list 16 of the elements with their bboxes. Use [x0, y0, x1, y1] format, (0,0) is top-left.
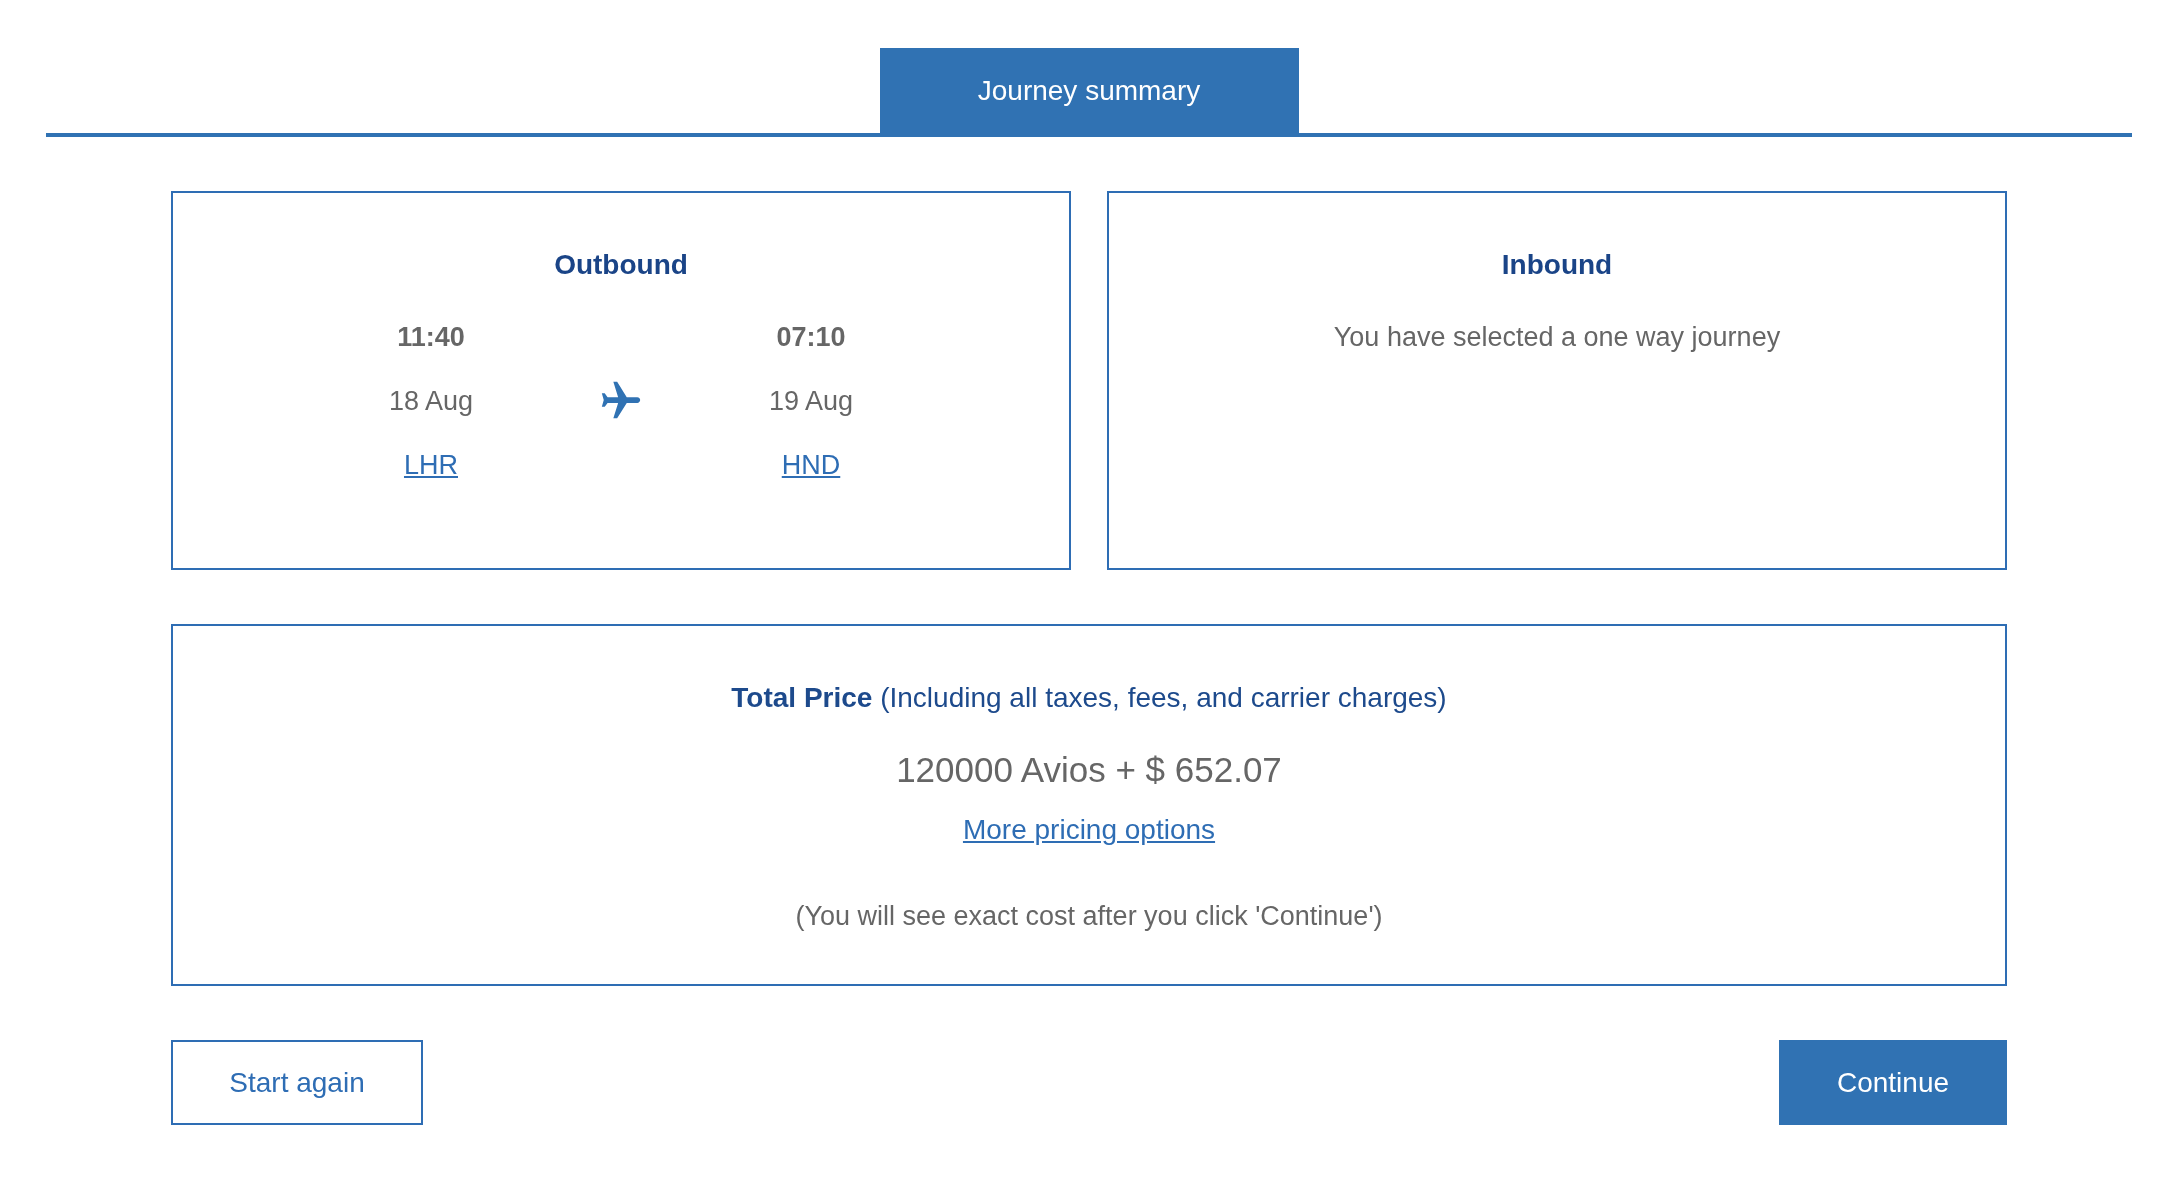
start-again-button[interactable]: Start again — [171, 1040, 423, 1125]
card-heading: Inbound — [1501, 248, 1613, 282]
flight-date: 19 Aug — [768, 385, 854, 418]
price-footnote: (You will see exact cost after you click 'Continue') — [795, 900, 1383, 933]
card-heading: Outbound — [554, 248, 688, 282]
journey-summary-tab[interactable]: Journey summary — [879, 48, 1299, 133]
airport-link[interactable]: HND — [781, 433, 841, 497]
continue-button[interactable]: Continue — [1779, 1040, 2007, 1125]
flight-time: 07:10 — [776, 321, 846, 354]
total-price-label: Total Price (Including all taxes, fees, and carrier charges) — [731, 681, 1447, 715]
flight-time: 11:40 — [397, 321, 465, 354]
price-amount: 120000 Avios + $ 652.07 — [896, 749, 1282, 791]
one-way-message: You have selected a one way journey — [1333, 321, 1781, 354]
flight-date: 18 Aug — [388, 385, 474, 418]
pricing-options-link[interactable]: More pricing options — [962, 806, 1216, 854]
airport-link[interactable]: LHR — [404, 433, 458, 497]
